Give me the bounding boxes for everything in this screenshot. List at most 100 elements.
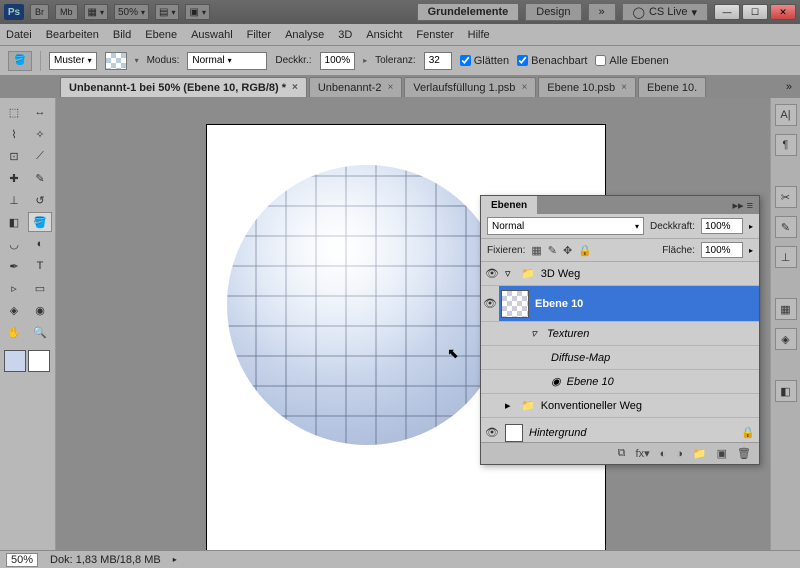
lock-all-icon[interactable]: 🔒 <box>578 244 592 257</box>
close-icon[interactable]: × <box>521 82 527 93</box>
menu-help[interactable]: Hilfe <box>468 29 490 41</box>
mask-icon[interactable]: ◐ <box>660 448 667 460</box>
screenmode-dropdown[interactable]: ▣ <box>185 4 209 20</box>
minibridge-button[interactable]: Mb <box>55 4 78 20</box>
workspace-design[interactable]: Design <box>525 3 581 21</box>
3dcamera-tool[interactable]: ◉ <box>28 300 52 320</box>
fill-source-dropdown[interactable]: Muster <box>49 52 97 70</box>
dodge-tool[interactable]: ◐ <box>28 234 52 254</box>
clone-panel-icon[interactable]: ⊥ <box>775 246 797 268</box>
3d-tool[interactable]: ◈ <box>2 300 26 320</box>
tolerance-field[interactable]: 32 <box>424 52 452 70</box>
menu-edit[interactable]: Bearbeiten <box>46 29 99 41</box>
layer-textures[interactable]: ▿ Texturen <box>481 322 759 346</box>
visibility-icon[interactable]: 👁 <box>485 267 499 280</box>
layer-diffuse[interactable]: Diffuse-Map <box>481 346 759 370</box>
layer-texture-item[interactable]: ◉ Ebene 10 <box>481 370 759 394</box>
menu-3d[interactable]: 3D <box>338 29 352 41</box>
layer-thumb[interactable] <box>501 290 529 318</box>
bridge-button[interactable]: Br <box>30 4 49 20</box>
workspace-more[interactable]: » <box>588 3 616 21</box>
maximize-button[interactable]: ☐ <box>742 4 768 20</box>
layer-background[interactable]: 👁 Hintergrund 🔒 <box>481 418 759 442</box>
menu-file[interactable]: Datei <box>6 29 32 41</box>
visibility-icon[interactable]: 👁 <box>481 286 499 321</box>
pattern-swatch[interactable] <box>105 52 127 70</box>
lock-position-icon[interactable]: ✥ <box>563 244 572 257</box>
history-brush-tool[interactable]: ↺ <box>28 190 52 210</box>
brush-tool[interactable]: ✎ <box>28 168 52 188</box>
menu-analysis[interactable]: Analyse <box>285 29 324 41</box>
crop-tool[interactable]: ⊡ <box>2 146 26 166</box>
menu-view[interactable]: Ansicht <box>366 29 402 41</box>
shape-tool[interactable]: ▭ <box>28 278 52 298</box>
layer-list[interactable]: 👁 ▿ 📁 3D Weg 👁 Ebene 10 ▿ Texturen Diffu… <box>481 262 759 442</box>
tools-preset-icon[interactable]: ✂ <box>775 186 797 208</box>
marquee-tool[interactable]: ⬚ <box>2 102 26 122</box>
lock-transparency-icon[interactable]: ▦ <box>531 244 541 257</box>
hand-tool[interactable]: ✋ <box>2 322 26 342</box>
view-extras-dropdown[interactable]: ▦ <box>84 4 108 20</box>
layer-selected[interactable]: 👁 Ebene 10 <box>481 286 759 322</box>
eraser-tool[interactable]: ◧ <box>2 212 26 232</box>
delete-icon[interactable]: 🗑 <box>737 447 751 460</box>
character-panel-icon[interactable]: A| <box>775 104 797 126</box>
menu-image[interactable]: Bild <box>113 29 131 41</box>
swatches-panel-icon[interactable]: ▦ <box>775 298 797 320</box>
new-layer-icon[interactable]: ▣ <box>717 447 727 460</box>
disclosure-icon[interactable]: ▿ <box>505 267 515 280</box>
menu-select[interactable]: Auswahl <box>191 29 233 41</box>
lasso-tool[interactable]: ⌇ <box>2 124 26 144</box>
type-tool[interactable]: T <box>28 256 52 276</box>
adjustment-icon[interactable]: ◑ <box>676 448 683 460</box>
opacity-field[interactable]: 100% <box>701 218 743 234</box>
path-tool[interactable]: ▹ <box>2 278 26 298</box>
close-button[interactable]: ✕ <box>770 4 796 20</box>
eyedropper-tool[interactable]: ⟋ <box>28 146 52 166</box>
blendmode-dropdown[interactable]: Normal <box>487 217 644 235</box>
doc-tab-2[interactable]: Unbenannt-2× <box>309 77 402 97</box>
close-icon[interactable]: × <box>292 82 298 93</box>
close-icon[interactable]: × <box>621 82 627 93</box>
pen-tool[interactable]: ✒ <box>2 256 26 276</box>
visibility-icon[interactable]: 👁 <box>485 426 499 439</box>
disclosure-icon[interactable]: ▿ <box>531 327 541 340</box>
foreground-swatch[interactable] <box>4 350 26 372</box>
stamp-tool[interactable]: ⊥ <box>2 190 26 210</box>
close-icon[interactable]: × <box>387 82 393 93</box>
move-tool[interactable]: ↔ <box>28 102 52 122</box>
layers-tab[interactable]: Ebenen <box>481 196 537 214</box>
blur-tool[interactable]: ◡ <box>2 234 26 254</box>
brush-panel-icon[interactable]: ✎ <box>775 216 797 238</box>
layer-thumb[interactable] <box>505 424 523 442</box>
alllayers-checkbox[interactable]: Alle Ebenen <box>595 55 668 67</box>
zoom-field[interactable]: 50% <box>6 553 38 567</box>
blend-mode-dropdown[interactable]: Normal <box>187 52 267 70</box>
layer-group-2[interactable]: ▸ 📁 Konventioneller Weg <box>481 394 759 418</box>
menu-filter[interactable]: Filter <box>247 29 271 41</box>
layer-group[interactable]: 👁 ▿ 📁 3D Weg <box>481 262 759 286</box>
group-icon[interactable]: 📁 <box>693 447 707 460</box>
link-layers-icon[interactable]: ⧉ <box>618 447 626 460</box>
doc-tab-4[interactable]: Ebene 10.psb× <box>538 77 636 97</box>
arrange-dropdown[interactable]: ▤ <box>155 4 179 20</box>
heal-tool[interactable]: ✚ <box>2 168 26 188</box>
cslive-button[interactable]: ◯ CS Live ▾ <box>622 3 708 21</box>
zoom-tool[interactable]: 🔍 <box>28 322 52 342</box>
opacity-field[interactable]: 100% <box>320 52 356 70</box>
antialias-checkbox[interactable]: Glätten <box>460 55 509 67</box>
layers-panel-icon[interactable]: ◧ <box>775 380 797 402</box>
doc-tab-5[interactable]: Ebene 10. <box>638 77 706 97</box>
fill-field[interactable]: 100% <box>701 242 743 258</box>
3d-panel-icon[interactable]: ◈ <box>775 328 797 350</box>
doc-tab-1[interactable]: Unbenannt-1 bei 50% (Ebene 10, RGB/8) *× <box>60 77 307 97</box>
zoom-dropdown[interactable]: 50% <box>114 4 149 20</box>
menu-window[interactable]: Fenster <box>416 29 453 41</box>
minimize-button[interactable]: — <box>714 4 740 20</box>
lock-pixels-icon[interactable]: ✎ <box>548 244 557 257</box>
bucket-tool[interactable]: 🪣 <box>28 212 52 232</box>
contiguous-checkbox[interactable]: Benachbart <box>517 55 587 67</box>
fx-icon[interactable]: fx▾ <box>636 447 650 460</box>
menu-layer[interactable]: Ebene <box>145 29 177 41</box>
bucket-tool-icon[interactable]: 🪣 <box>8 51 32 71</box>
